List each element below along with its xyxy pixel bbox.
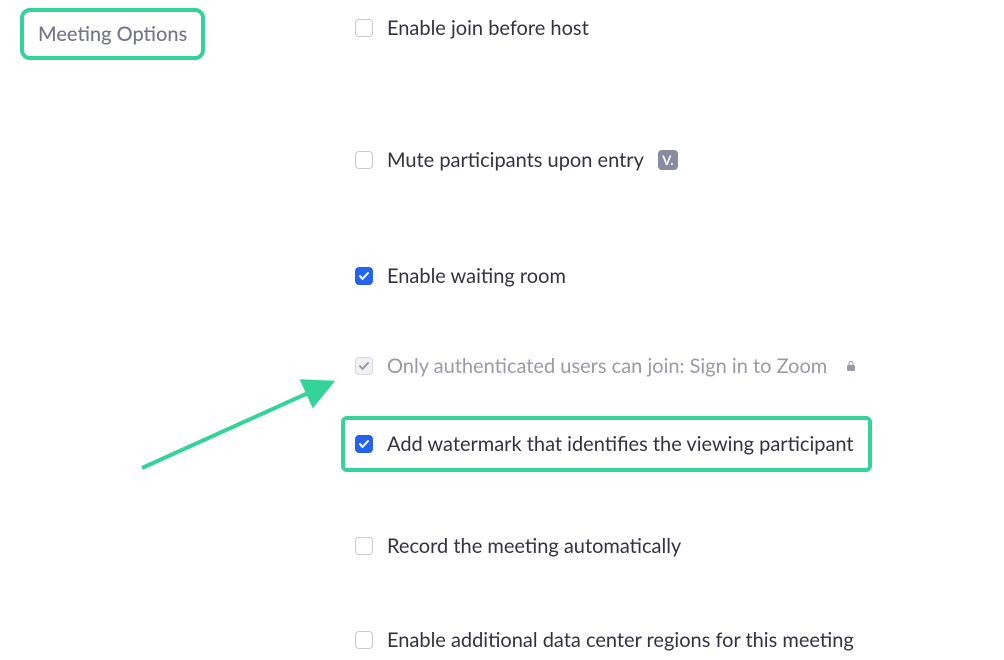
option-label: Record the meeting automatically [387, 534, 681, 558]
option-label: Mute participants upon entry [387, 148, 644, 172]
option-checkbox[interactable] [355, 435, 373, 453]
option-checkbox[interactable] [355, 19, 373, 37]
option-label: Enable join before host [387, 16, 589, 40]
annotation-arrow [130, 370, 340, 484]
option-checkbox[interactable] [355, 151, 373, 169]
option-label: Enable additional data center regions fo… [387, 628, 854, 652]
info-badge-icon: V. [658, 150, 678, 170]
option-checkbox[interactable] [355, 537, 373, 555]
option-checkbox[interactable] [355, 267, 373, 285]
option-checkbox[interactable] [355, 631, 373, 649]
option-label: Add watermark that identifies the viewin… [387, 432, 854, 456]
lock-icon [845, 359, 857, 373]
meeting-options-list: Enable join before host Mute participants… [345, 8, 872, 660]
option-checkbox [355, 357, 373, 375]
option-label: Enable waiting room [387, 264, 566, 288]
option-label: Only authenticated users can join: Sign … [387, 354, 827, 378]
section-title-meeting-options: Meeting Options [20, 8, 205, 60]
